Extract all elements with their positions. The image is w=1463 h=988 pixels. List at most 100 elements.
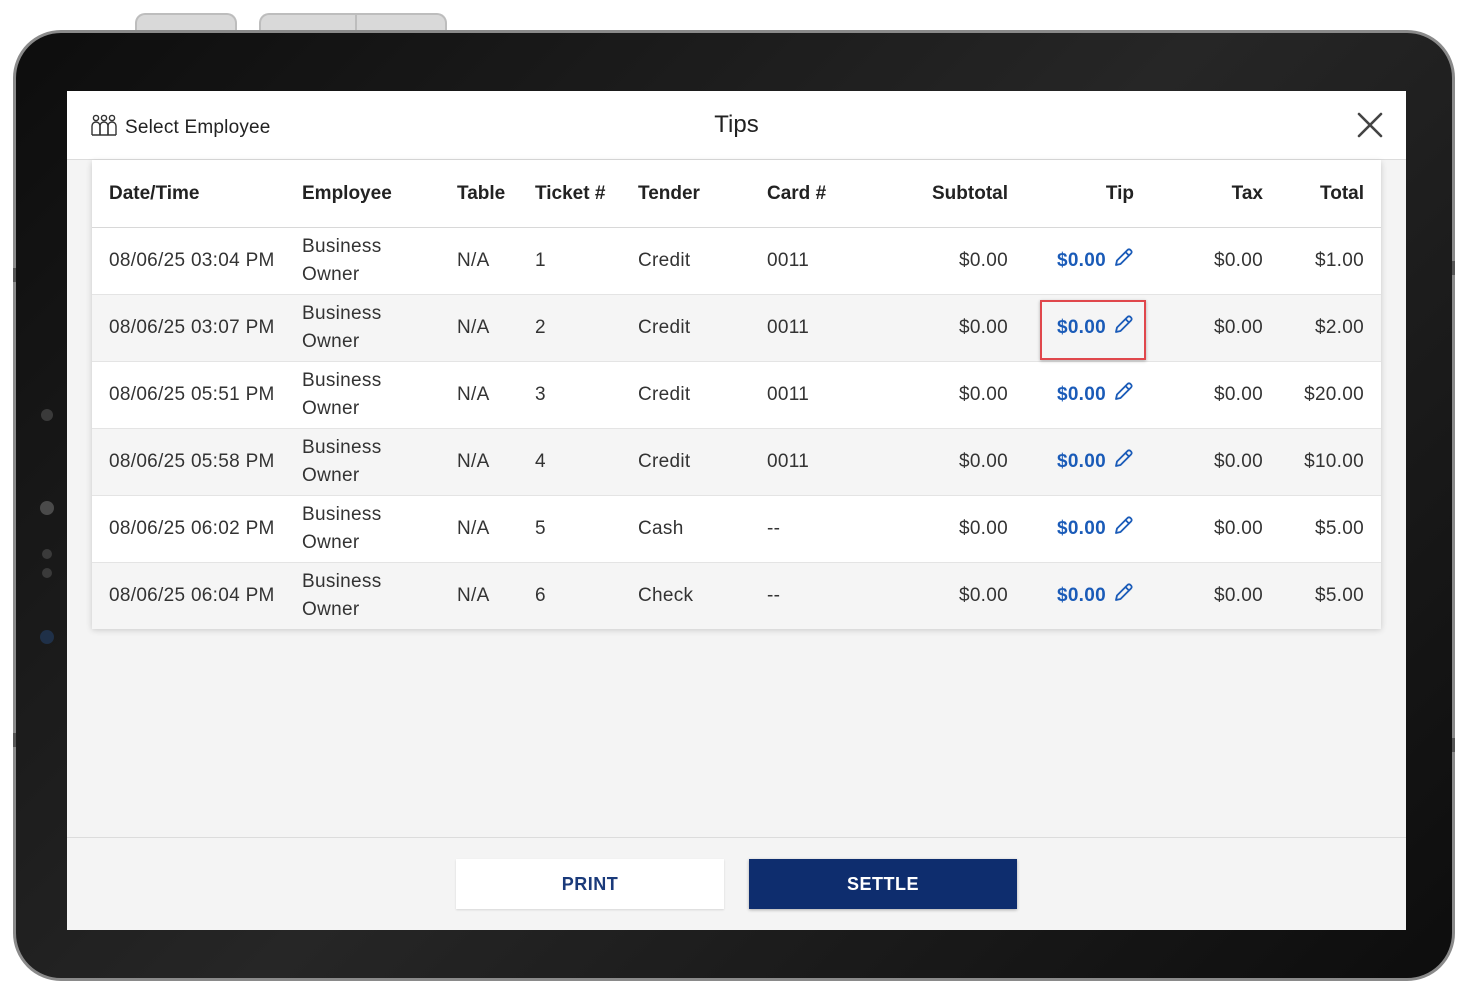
cell-employee: Business Owner	[302, 495, 457, 563]
table-row[interactable]: 08/06/25 06:02 PM Business Owner N/A 5 Cash --…	[92, 495, 1381, 563]
column-header-employee[interactable]: Employee	[302, 160, 457, 228]
cell-subtotal: $0.00	[890, 428, 1008, 496]
pencil-icon	[1112, 448, 1134, 476]
cell-card: --	[767, 495, 890, 563]
employee-first-name: Business	[302, 370, 382, 391]
cell-tax: $0.00	[1136, 495, 1265, 563]
cell-tip: $0.00	[1008, 428, 1136, 496]
pencil-icon	[1112, 381, 1134, 409]
column-header-tax[interactable]: Tax	[1136, 160, 1265, 228]
edit-tip-button[interactable]: $0.00	[1057, 247, 1134, 275]
employee-last-name: Owner	[302, 599, 360, 620]
tips-screen: Select Employee Tips Date/Time Employee …	[67, 91, 1406, 930]
cell-table: N/A	[457, 227, 535, 295]
device-side-notch	[13, 733, 16, 747]
tip-highlight-box	[1040, 300, 1146, 360]
table-row[interactable]: 08/06/25 03:07 PM Business Owner N/A 2 Credit…	[92, 294, 1381, 362]
device-side-notch	[13, 268, 16, 282]
tips-table-card: Date/Time Employee Table Ticket # Tender…	[92, 160, 1381, 629]
pencil-icon	[1112, 582, 1134, 610]
cell-datetime: 08/06/25 05:58 PM	[92, 428, 302, 496]
cell-datetime: 08/06/25 03:04 PM	[92, 227, 302, 295]
close-icon[interactable]	[1356, 111, 1384, 139]
cell-tax: $0.00	[1136, 227, 1265, 295]
cell-ticket: 6	[535, 562, 638, 629]
cell-subtotal: $0.00	[890, 495, 1008, 563]
cell-total: $1.00	[1265, 227, 1381, 295]
page-title: Tips	[714, 111, 759, 138]
employee-last-name: Owner	[302, 532, 360, 553]
cell-tender: Cash	[638, 495, 767, 563]
column-header-tender[interactable]: Tender	[638, 160, 767, 228]
table-row[interactable]: 08/06/25 05:58 PM Business Owner N/A 4 Credit…	[92, 428, 1381, 496]
cell-tender: Credit	[638, 294, 767, 362]
column-header-card[interactable]: Card #	[767, 160, 890, 228]
cell-employee: Business Owner	[302, 562, 457, 629]
edit-tip-button[interactable]: $0.00	[1057, 448, 1134, 476]
edit-tip-button[interactable]: $0.00	[1057, 582, 1134, 610]
pencil-icon	[1112, 515, 1134, 543]
device-side-notch	[1452, 261, 1455, 275]
cell-ticket: 2	[535, 294, 638, 362]
device-side-notch	[1452, 738, 1455, 752]
cell-subtotal: $0.00	[890, 294, 1008, 362]
cell-table: N/A	[457, 361, 535, 429]
table-header-row: Date/Time Employee Table Ticket # Tender…	[92, 160, 1381, 228]
cell-employee: Business Owner	[302, 294, 457, 362]
settle-button[interactable]: SETTLE	[749, 859, 1017, 909]
cell-total: $20.00	[1265, 361, 1381, 429]
column-header-ticket[interactable]: Ticket #	[535, 160, 638, 228]
cell-card: --	[767, 562, 890, 629]
employee-last-name: Owner	[302, 398, 360, 419]
cell-card: 0011	[767, 361, 890, 429]
cell-table: N/A	[457, 495, 535, 563]
cell-total: $10.00	[1265, 428, 1381, 496]
cell-tender: Check	[638, 562, 767, 629]
column-header-tip[interactable]: Tip	[1008, 160, 1136, 228]
cell-table: N/A	[457, 562, 535, 629]
table-row[interactable]: 08/06/25 03:04 PM Business Owner N/A 1 Credit…	[92, 227, 1381, 295]
tip-amount: $0.00	[1056, 585, 1106, 606]
cell-subtotal: $0.00	[890, 227, 1008, 295]
tip-amount: $0.00	[1056, 451, 1106, 472]
employee-last-name: Owner	[302, 331, 360, 352]
table-row[interactable]: 08/06/25 06:04 PM Business Owner N/A 6 Check -…	[92, 562, 1381, 629]
cell-ticket: 1	[535, 227, 638, 295]
modal-header: Select Employee Tips	[67, 91, 1406, 160]
table-row[interactable]: 08/06/25 05:51 PM Business Owner N/A 3 Credit…	[92, 361, 1381, 429]
cell-tender: Credit	[638, 361, 767, 429]
edit-tip-button[interactable]: $0.00	[1057, 515, 1134, 543]
employee-first-name: Business	[302, 437, 382, 458]
modal-footer: PRINT SETTLE	[67, 837, 1406, 930]
cell-card: 0011	[767, 428, 890, 496]
device-sensor	[42, 568, 52, 578]
cell-tender: Credit	[638, 428, 767, 496]
employee-last-name: Owner	[302, 465, 360, 486]
cell-ticket: 5	[535, 495, 638, 563]
column-header-subtotal[interactable]: Subtotal	[890, 160, 1008, 228]
column-header-table[interactable]: Table	[457, 160, 535, 228]
cell-employee: Business Owner	[302, 227, 457, 295]
device-camera	[40, 501, 54, 515]
cell-tip: $0.00	[1008, 361, 1136, 429]
cell-total: $5.00	[1265, 562, 1381, 629]
cell-total: $2.00	[1265, 294, 1381, 362]
employee-first-name: Business	[302, 504, 382, 525]
cell-datetime: 08/06/25 06:02 PM	[92, 495, 302, 563]
cell-tax: $0.00	[1136, 428, 1265, 496]
cell-datetime: 08/06/25 03:07 PM	[92, 294, 302, 362]
print-button[interactable]: PRINT	[456, 859, 724, 909]
employee-first-name: Business	[302, 303, 382, 324]
column-header-total[interactable]: Total	[1265, 160, 1381, 228]
cell-tip: $0.00	[1008, 227, 1136, 295]
cell-ticket: 3	[535, 361, 638, 429]
cell-table: N/A	[457, 294, 535, 362]
cell-employee: Business Owner	[302, 428, 457, 496]
tip-amount: $0.00	[1056, 518, 1106, 539]
column-header-datetime[interactable]: Date/Time	[92, 160, 302, 228]
edit-tip-button[interactable]: $0.00	[1057, 381, 1134, 409]
cell-tip: $0.00	[1008, 562, 1136, 629]
cell-tender: Credit	[638, 227, 767, 295]
cell-tip: $0.00	[1008, 495, 1136, 563]
tip-amount: $0.00	[1056, 384, 1106, 405]
